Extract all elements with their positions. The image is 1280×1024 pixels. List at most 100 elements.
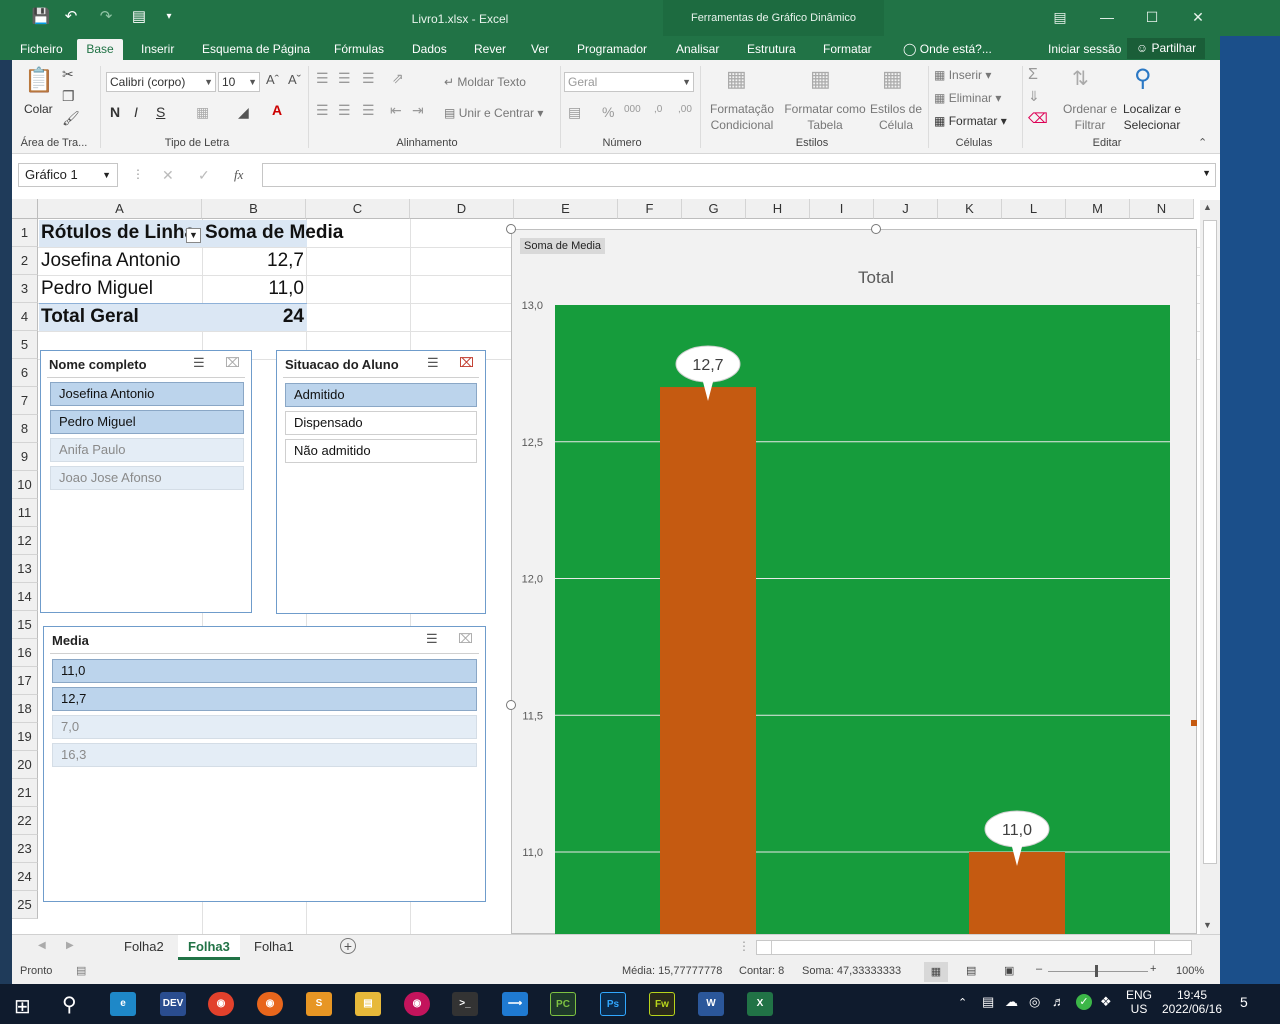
customize-qat-icon[interactable]: ▾ <box>158 6 180 28</box>
tray-icon[interactable]: ▤ <box>982 994 994 1010</box>
chevron-down-icon[interactable]: ▼ <box>204 73 213 91</box>
page-layout-icon[interactable]: ▤ <box>966 964 976 977</box>
clear-filter-icon[interactable]: ⌧ <box>459 355 474 371</box>
sum-readout[interactable]: Soma: 47,33333333 <box>802 965 901 977</box>
slicer-item[interactable]: 7,0 <box>52 715 477 739</box>
paste-icon[interactable]: 📋 <box>24 66 54 98</box>
edge-icon[interactable]: e <box>110 992 136 1016</box>
column-header[interactable]: M <box>1066 199 1130 219</box>
tab-esquema[interactable]: Esquema de Página <box>196 39 316 60</box>
close-icon[interactable]: ✕ <box>1183 6 1213 28</box>
tab-ver[interactable]: Ver <box>525 39 555 60</box>
tab-ficheiro[interactable]: Ficheiro <box>14 39 69 60</box>
increase-decimal-icon[interactable]: ,0 <box>654 104 662 115</box>
undo-icon[interactable]: ↶ <box>60 6 82 28</box>
minimize-icon[interactable]: — <box>1092 6 1122 28</box>
clock[interactable]: 19:45 2022/06/16 <box>1160 988 1224 1016</box>
orientation-icon[interactable]: ⇗ <box>392 70 404 87</box>
font-color-icon[interactable]: A <box>272 102 282 118</box>
column-header[interactable]: N <box>1130 199 1194 219</box>
field-button[interactable]: Soma de Media <box>520 238 606 254</box>
column-header[interactable]: K <box>938 199 1002 219</box>
select-all-corner[interactable] <box>12 199 38 219</box>
wrap-text-button[interactable]: ↵ Moldar Texto <box>444 75 526 89</box>
row-header[interactable]: 23 <box>12 835 38 863</box>
search-icon[interactable]: ⚲ <box>1134 64 1152 93</box>
font-size-combo[interactable]: 10 ▼ <box>218 72 260 92</box>
clear-icon[interactable]: ⌫ <box>1028 110 1048 127</box>
horizontal-scrollbar[interactable] <box>756 940 1192 955</box>
italic-icon[interactable]: I <box>134 104 138 120</box>
row-header[interactable]: 24 <box>12 863 38 891</box>
resize-handle[interactable] <box>506 700 516 710</box>
pivot-row-name[interactable]: Josefina Antonio <box>41 247 180 275</box>
increase-font-icon[interactable]: Aˆ <box>266 72 279 87</box>
row-header[interactable]: 25 <box>12 891 38 919</box>
tab-analisar[interactable]: Analisar <box>670 39 725 60</box>
column-header[interactable]: E <box>514 199 618 219</box>
pycharm-icon[interactable]: PC <box>550 992 576 1016</box>
redo-icon[interactable]: ↷ <box>95 6 117 28</box>
slicer-item[interactable]: Joao Jose Afonso <box>50 466 244 490</box>
align-top-icon[interactable]: ☰ <box>316 70 329 87</box>
row-header[interactable]: 7 <box>12 387 38 415</box>
explorer-icon[interactable]: ▤ <box>355 992 381 1016</box>
bold-icon[interactable]: N <box>110 104 120 120</box>
slicer-media[interactable]: Media ☰ ⌧ 11,0 12,7 7,0 16,3 <box>43 626 486 902</box>
clear-filter-icon[interactable]: ⌧ <box>458 631 473 647</box>
row-header[interactable]: 11 <box>12 499 38 527</box>
autosum-icon[interactable]: Σ <box>1028 66 1038 84</box>
merge-center-button[interactable]: ▤ Unir e Centrar ▾ <box>444 106 543 120</box>
collapse-ribbon-icon[interactable]: ⌃ <box>1198 136 1207 149</box>
app-icon[interactable]: ◉ <box>404 992 430 1016</box>
page-break-icon[interactable]: ▣ <box>1004 964 1014 977</box>
onedrive-icon[interactable]: ☁ <box>1005 994 1018 1010</box>
tell-me-box[interactable]: ◯ Onde está?... <box>897 39 998 60</box>
row-header[interactable]: 12 <box>12 527 38 555</box>
tab-formatar[interactable]: Formatar <box>817 39 878 60</box>
devcpp-icon[interactable]: DEV <box>160 992 186 1016</box>
row-header[interactable]: 21 <box>12 779 38 807</box>
format-table-label[interactable]: Formatar como Tabela <box>782 101 868 133</box>
resize-handle[interactable] <box>506 224 516 234</box>
terminal-icon[interactable]: >_ <box>452 992 478 1016</box>
sheet-tab[interactable]: Folha2 <box>114 935 174 960</box>
slicer-item[interactable]: 11,0 <box>52 659 477 683</box>
share-button[interactable]: ☺ Partilhar <box>1127 38 1205 59</box>
row-header[interactable]: 13 <box>12 555 38 583</box>
total-label[interactable]: Total Geral <box>41 303 139 331</box>
align-left-icon[interactable]: ☰ <box>316 102 329 119</box>
sublime-icon[interactable]: S <box>306 992 332 1016</box>
sort-filter-icon[interactable]: ⇅ <box>1072 66 1089 91</box>
chart-title[interactable]: Total <box>812 268 940 288</box>
sign-in-link[interactable]: Iniciar sessão <box>1042 39 1127 60</box>
cut-icon[interactable]: ✂ <box>62 66 74 83</box>
total-value[interactable]: 24 <box>206 303 304 331</box>
thousands-icon[interactable]: 000 <box>624 104 641 115</box>
scroll-up-icon[interactable]: ▲ <box>1203 202 1212 212</box>
insert-function-icon[interactable]: fx <box>234 167 243 183</box>
windows-start-icon[interactable]: ⊞ <box>14 994 31 1019</box>
paste-label[interactable]: Colar <box>24 102 53 116</box>
zoom-slider[interactable] <box>1048 971 1148 972</box>
filter-dropdown-icon[interactable]: ▼ <box>186 228 201 243</box>
slicer-item[interactable]: Dispensado <box>285 411 477 435</box>
column-header[interactable]: I <box>810 199 874 219</box>
zoom-level[interactable]: 100% <box>1176 965 1204 977</box>
row-header[interactable]: 8 <box>12 415 38 443</box>
fireworks-icon[interactable]: Fw <box>649 992 675 1016</box>
resize-handle[interactable] <box>871 224 881 234</box>
conditional-format-label[interactable]: Formatação Condicional <box>706 101 778 133</box>
clear-filter-icon[interactable]: ⌧ <box>225 355 240 371</box>
tab-dados[interactable]: Dados <box>406 39 453 60</box>
scroll-thumb[interactable] <box>1203 220 1217 864</box>
split-handle-icon[interactable]: ⋮ <box>738 939 750 953</box>
scroll-down-icon[interactable]: ▼ <box>1203 920 1212 930</box>
row-header[interactable]: 17 <box>12 667 38 695</box>
sum-header[interactable]: Soma de Media <box>205 219 343 247</box>
defender-icon[interactable]: ✓ <box>1076 994 1092 1010</box>
zoom-thumb[interactable] <box>1095 965 1098 977</box>
dropbox-icon[interactable]: ❖ <box>1100 994 1112 1010</box>
column-header[interactable]: D <box>410 199 514 219</box>
row-header[interactable]: 3 <box>12 275 38 303</box>
